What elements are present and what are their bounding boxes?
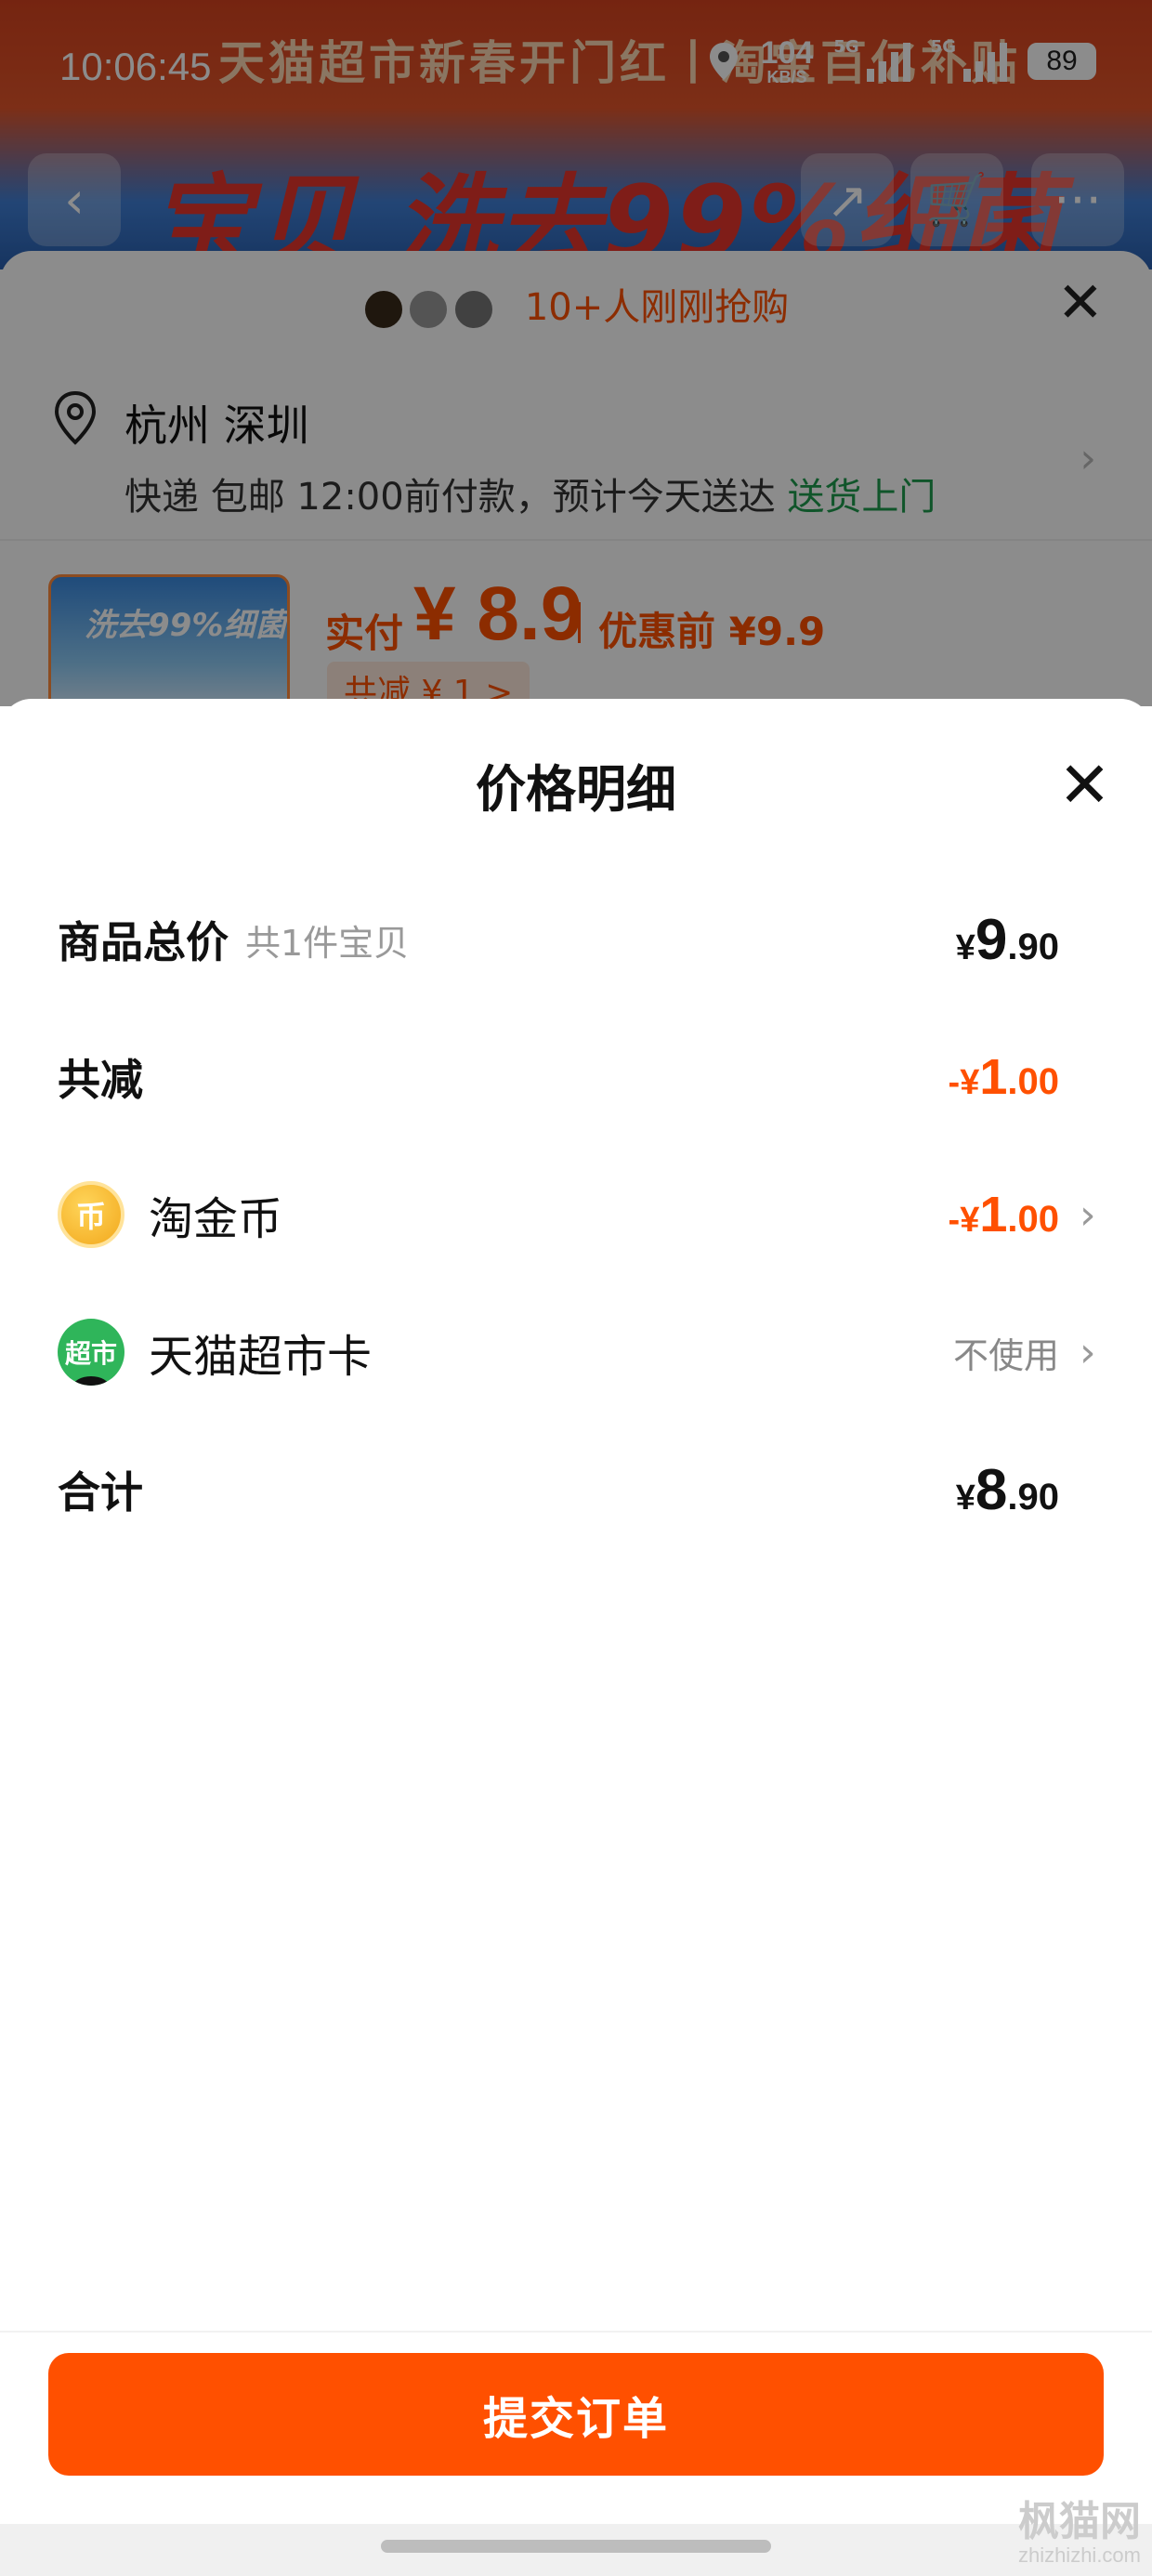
row-label: 天猫超市卡 — [149, 1331, 373, 1383]
coin-discount-value: -¥ 1.00 — [948, 1187, 1059, 1242]
watermark: 枫猫网 zhizhizhi.com — [1017, 2498, 1141, 2568]
home-indicator[interactable] — [381, 2540, 771, 2553]
item-count: 共1件宝贝 — [245, 922, 410, 964]
row-label: 淘金币 — [149, 1193, 283, 1245]
row-label: 商品总价 — [58, 917, 229, 967]
total-discount-value: -¥ 1.00 — [948, 1049, 1059, 1105]
chevron-right-icon[interactable]: › — [1080, 1329, 1107, 1376]
supermarket-card-icon: 超市 — [58, 1319, 124, 1386]
row-taojinbi[interactable]: 币 淘金币 -¥ 1.00 › — [58, 1173, 1107, 1256]
sheet-title: 价格明细 — [476, 760, 676, 819]
close-icon[interactable]: ✕ — [1058, 755, 1111, 818]
sum-value: ¥8.90 — [955, 1457, 1059, 1522]
submit-order-button[interactable]: 提交订单 — [48, 2353, 1104, 2476]
divider — [0, 2331, 1152, 2333]
modal-backdrop[interactable] — [0, 0, 1152, 706]
coin-icon: 币 — [58, 1181, 124, 1248]
row-total-price: 商品总价 共1件宝贝 ¥9.90 — [58, 898, 1107, 981]
card-status: 不使用 — [952, 1336, 1059, 1376]
row-supermarket-card[interactable]: 超市 天猫超市卡 不使用 › — [58, 1310, 1107, 1394]
row-label: 合计 — [58, 1467, 143, 1518]
row-total-discount: 共减 -¥ 1.00 — [58, 1035, 1107, 1119]
row-label: 共减 — [58, 1055, 143, 1105]
total-price-value: ¥9.90 — [955, 907, 1059, 972]
row-sum: 合计 ¥8.90 — [58, 1448, 1107, 1531]
chevron-right-icon[interactable]: › — [1080, 1191, 1107, 1239]
